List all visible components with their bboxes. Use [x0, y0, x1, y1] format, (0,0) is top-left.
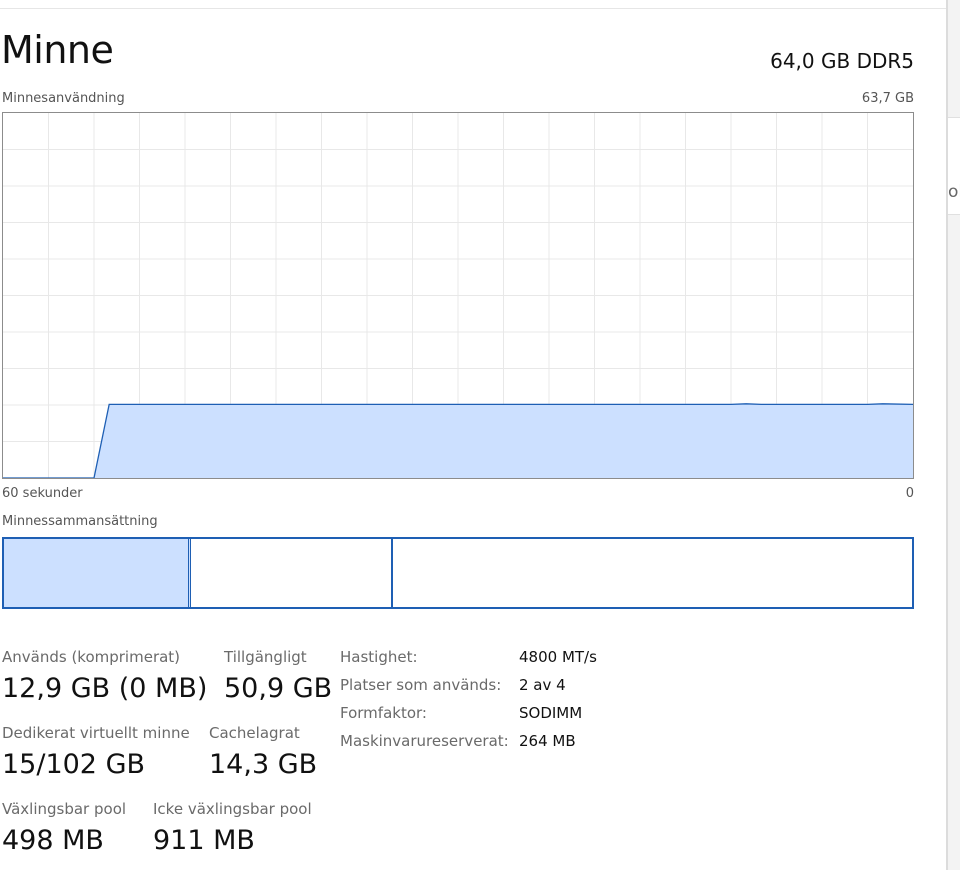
chart-x-left-label: 60 sekunder: [2, 486, 83, 501]
memory-usage-chart: [2, 112, 914, 479]
non-paged-pool-label: Icke växlingsbar pool: [153, 800, 312, 818]
usage-area-fill: [3, 403, 913, 478]
in-use-label: Används (komprimerat): [2, 648, 181, 666]
cached-value: 14,3 GB: [209, 749, 318, 780]
speed-label: Hastighet:: [340, 648, 418, 666]
usage-chart-max-label: 63,7 GB: [861, 91, 914, 106]
chart-x-right-label: 0: [905, 486, 914, 501]
side-panel: ol: [946, 0, 960, 870]
paged-pool-label: Växlingsbar pool: [2, 800, 127, 818]
available-value: 50,9 GB: [224, 673, 333, 704]
non-paged-pool-value: 911 MB: [153, 825, 255, 856]
available-label: Tillgängligt: [224, 648, 307, 666]
memory-spec: 64,0 GB DDR5: [770, 49, 914, 73]
composition-modified-segment[interactable]: [191, 539, 393, 607]
memory-usage-chart-svg: [3, 113, 913, 478]
form-factor-label: Formfaktor:: [340, 704, 427, 722]
hardware-reserved-value: 264 MB: [519, 732, 576, 750]
committed-label: Dedikerat virtuellt minne: [2, 724, 190, 742]
form-factor-value: SODIMM: [519, 704, 583, 722]
in-use-value: 12,9 GB (0 MB): [2, 673, 208, 704]
memory-composition-bar[interactable]: [2, 537, 914, 609]
paged-pool-value: 498 MB: [2, 825, 104, 856]
cached-label: Cachelagrat: [209, 724, 300, 742]
slots-used-value: 2 av 4: [519, 676, 566, 694]
hardware-reserved-label: Maskinvarureserverat:: [340, 732, 509, 750]
memory-performance-pane: ol Minne 64,0 GB DDR5 Minnesanvändning 6…: [0, 0, 960, 870]
usage-chart-label: Minnesanvändning: [2, 91, 125, 106]
page-title: Minne: [1, 28, 114, 72]
speed-value: 4800 MT/s: [519, 648, 597, 666]
composition-label: Minnessammansättning: [2, 514, 158, 529]
committed-value: 15/102 GB: [2, 749, 146, 780]
top-divider: [0, 8, 946, 9]
slots-used-label: Platser som används:: [340, 676, 502, 694]
composition-standby-segment[interactable]: [393, 539, 912, 607]
composition-in-use-segment[interactable]: [4, 539, 191, 607]
side-panel-peek-text: ol: [948, 182, 960, 202]
